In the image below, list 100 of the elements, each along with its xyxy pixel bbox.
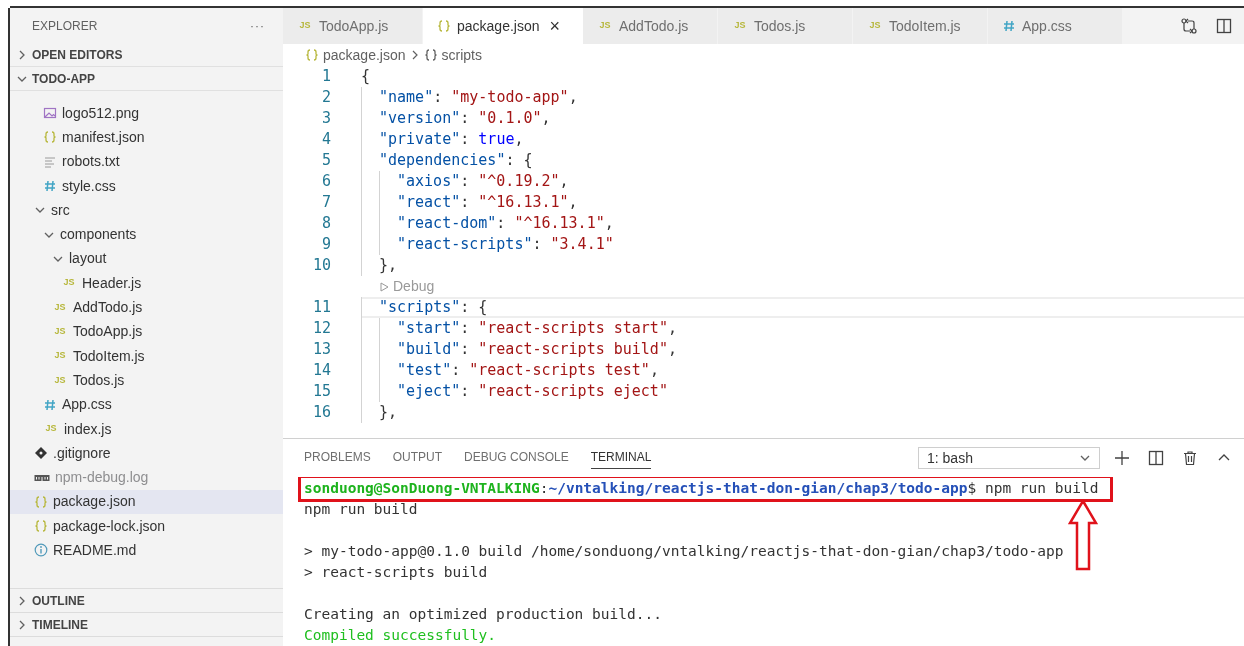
file-item[interactable]: README.md xyxy=(10,538,283,563)
code-line: "react": "^16.13.1", xyxy=(397,192,578,214)
panel-tab[interactable]: PROBLEMS xyxy=(304,448,371,468)
file-item[interactable]: JS TodoItem.js xyxy=(10,343,283,369)
folder-item[interactable]: layout xyxy=(10,246,283,272)
js-file-icon: JS xyxy=(297,19,313,33)
close-button[interactable]: × xyxy=(549,12,561,40)
file-item[interactable]: package-lock.json xyxy=(10,514,283,539)
arrow-drawing xyxy=(1068,499,1098,571)
file-item[interactable]: .gitignore xyxy=(10,441,283,466)
panel-tab[interactable]: DEBUG CONSOLE xyxy=(464,448,569,468)
breadcrumb-item[interactable]: package.json xyxy=(305,44,406,66)
editor-tab[interactable]: App.css xyxy=(988,8,1123,44)
js-file-icon: JS xyxy=(597,19,613,33)
file-item[interactable]: package.json xyxy=(10,489,283,515)
line-number: 15 xyxy=(311,381,331,403)
image-icon xyxy=(43,106,57,121)
file-item[interactable]: style.css xyxy=(10,173,283,199)
editor-tab[interactable]: JS TodoApp.js xyxy=(283,8,423,44)
line-number: 16 xyxy=(311,402,331,424)
file-item[interactable]: logo512.png xyxy=(10,101,283,126)
code-line: "dependencies": { xyxy=(379,150,533,172)
panel-tab[interactable]: OUTPUT xyxy=(392,448,443,468)
more-actions-button[interactable]: ··· xyxy=(250,16,265,35)
section-header[interactable]: OPEN EDITORS xyxy=(10,43,283,67)
terminal-line: npm run build xyxy=(304,500,418,519)
highlighted-command-line: sonduong@SonDuong-VNTALKING:~/vntalking/reactjs-that-don-gian/chap3/todo-app$ npm run build xyxy=(301,478,1111,499)
code-line: "private": true, xyxy=(379,129,524,151)
braces-icon xyxy=(34,494,48,509)
diamond-icon xyxy=(34,446,48,461)
file-item[interactable]: JS index.js xyxy=(10,416,283,442)
code-line: }, xyxy=(379,402,398,424)
js-file-icon: JS xyxy=(61,276,77,290)
code-line: "react-dom": "^16.13.1", xyxy=(397,213,614,235)
file-item[interactable]: JS AddTodo.js xyxy=(10,295,283,320)
file-item[interactable]: App.css xyxy=(10,392,283,417)
code-line: "build": "react-scripts build", xyxy=(397,339,677,361)
line-number: 3 xyxy=(320,108,331,130)
line-number: 13 xyxy=(311,339,331,361)
new-terminal-icon[interactable] xyxy=(1114,450,1130,466)
hash-icon xyxy=(43,397,57,412)
code-line: "axios": "^0.19.2", xyxy=(397,171,569,193)
folder-item[interactable]: src xyxy=(10,198,283,223)
section-header[interactable]: TODO-APP xyxy=(10,67,283,91)
js-file-icon: JS xyxy=(52,373,68,388)
file-item[interactable]: JS Todos.js xyxy=(10,368,283,393)
line-number: 6 xyxy=(320,171,331,193)
info-icon xyxy=(34,543,48,558)
code-line: "start": "react-scripts start", xyxy=(397,318,677,340)
line-number: 10 xyxy=(311,255,331,277)
trash-icon[interactable] xyxy=(1182,450,1198,466)
file-item[interactable]: robots.txt xyxy=(10,149,283,174)
compare-changes-icon[interactable] xyxy=(1180,17,1198,35)
terminal-line: Creating an optimized production build... xyxy=(304,605,662,624)
js-file-icon: JS xyxy=(732,19,748,33)
split-terminal-icon[interactable] xyxy=(1148,450,1164,466)
braces-icon xyxy=(437,19,451,33)
line-number: 2 xyxy=(320,87,331,109)
braces-icon xyxy=(43,130,57,145)
section-header[interactable]: OUTLINE xyxy=(10,588,283,612)
terminal-line: > my-todo-app@0.1.0 build /home/sonduong/vntalking/reactjs-that-don-gian/chap3/todo-app xyxy=(304,542,1064,561)
js-file-icon: JS xyxy=(52,349,68,363)
line-number: 7 xyxy=(320,192,331,214)
braces-icon xyxy=(305,48,319,62)
file-item[interactable]: JS Header.js xyxy=(10,271,283,296)
braces-icon xyxy=(34,519,48,534)
terminal-line: > react-scripts build xyxy=(304,563,488,582)
line-number: 11 xyxy=(311,297,331,319)
lines-icon xyxy=(43,154,57,169)
explorer-title: EXPLORER xyxy=(32,17,98,35)
line-number: 5 xyxy=(320,150,331,172)
code-line: }, xyxy=(379,255,398,277)
code-line: "test": "react-scripts test", xyxy=(397,360,659,382)
hash-icon xyxy=(1002,19,1016,33)
split-editor-icon[interactable] xyxy=(1216,18,1232,34)
js-file-icon: JS xyxy=(43,422,59,436)
terminal-dropdown[interactable]: 1: bash xyxy=(918,447,1100,469)
editor-tab[interactable]: package.json × xyxy=(423,8,583,44)
code-line: "react-scripts": "3.4.1" xyxy=(397,234,614,256)
file-item[interactable]: manifest.json xyxy=(10,125,283,150)
file-item[interactable]: JS TodoApp.js xyxy=(10,319,283,344)
line-number: 1 xyxy=(320,66,331,88)
terminal-line: Compiled successfully. xyxy=(304,626,497,645)
code-line: "version": "0.1.0", xyxy=(379,108,551,130)
editor-tab[interactable]: JS Todos.js xyxy=(718,8,853,44)
code-line: "scripts": { xyxy=(379,297,488,319)
js-file-icon: JS xyxy=(867,19,883,33)
line-number: 12 xyxy=(311,318,331,340)
play-icon xyxy=(380,281,389,292)
code-line: { xyxy=(361,66,371,88)
line-number: 9 xyxy=(320,234,331,256)
panel-tab[interactable]: TERMINAL xyxy=(590,447,652,469)
editor-tab[interactable]: JS TodoItem.js xyxy=(853,8,988,44)
breadcrumb-item[interactable]: scripts xyxy=(423,44,482,66)
js-file-icon: JS xyxy=(52,300,68,315)
section-header[interactable]: TIMELINE xyxy=(10,612,283,636)
editor-tab[interactable]: JS AddTodo.js xyxy=(583,8,718,44)
line-number: 14 xyxy=(311,360,331,382)
folder-item[interactable]: components xyxy=(10,222,283,247)
line-number: 4 xyxy=(320,129,331,151)
